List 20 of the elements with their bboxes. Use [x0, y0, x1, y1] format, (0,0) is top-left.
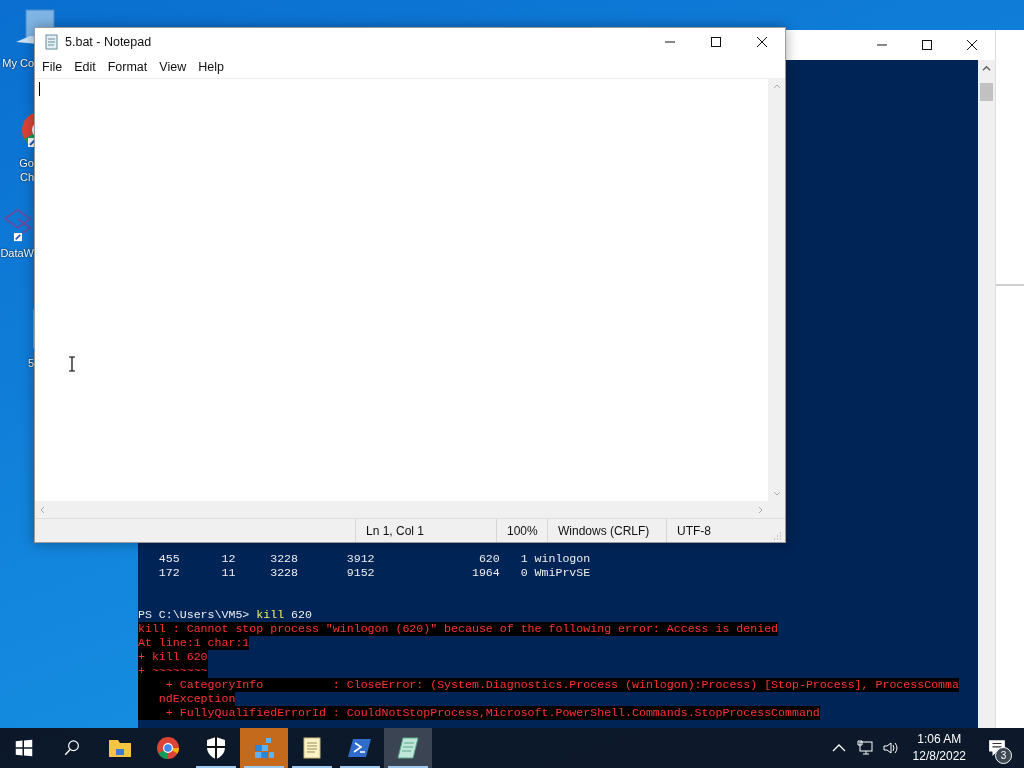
desktop-icon-label[interactable]: My Co — [2, 56, 34, 70]
status-text: 100% — [496, 519, 547, 542]
status-text: Ln 1, Col 1 — [355, 519, 496, 542]
menu-item[interactable]: Help — [193, 58, 231, 76]
menu-item[interactable]: Format — [102, 58, 155, 76]
desktop-icon-label[interactable]: Go — [19, 156, 34, 170]
desktop-icon-label[interactable]: DataW — [0, 246, 34, 260]
menu-item[interactable]: File — [37, 58, 70, 76]
status-text: Windows (CRLF) — [547, 519, 666, 542]
console-output-line: 172 11 3228 9152 1964 0 WmiPrvSE — [157, 566, 592, 580]
clock[interactable]: 1:06 AM 12/8/2022 — [908, 731, 970, 765]
desktop-icon-label[interactable]: 5 — [27, 356, 34, 370]
console-output-line: 455 12 3228 3912 620 1 winlogon — [157, 552, 592, 566]
console-command-line: PS C:\Users\VM5> kill 620 — [138, 608, 313, 622]
status-text: UTF-8 — [666, 519, 769, 542]
window-title: 5.bat - Notepad — [65, 35, 153, 49]
menu-item[interactable]: View — [154, 58, 194, 76]
desktop-icon-label[interactable]: Ch — [19, 170, 34, 184]
notification-count: 3 — [995, 747, 1012, 764]
menu-item[interactable]: Edit — [69, 58, 103, 76]
